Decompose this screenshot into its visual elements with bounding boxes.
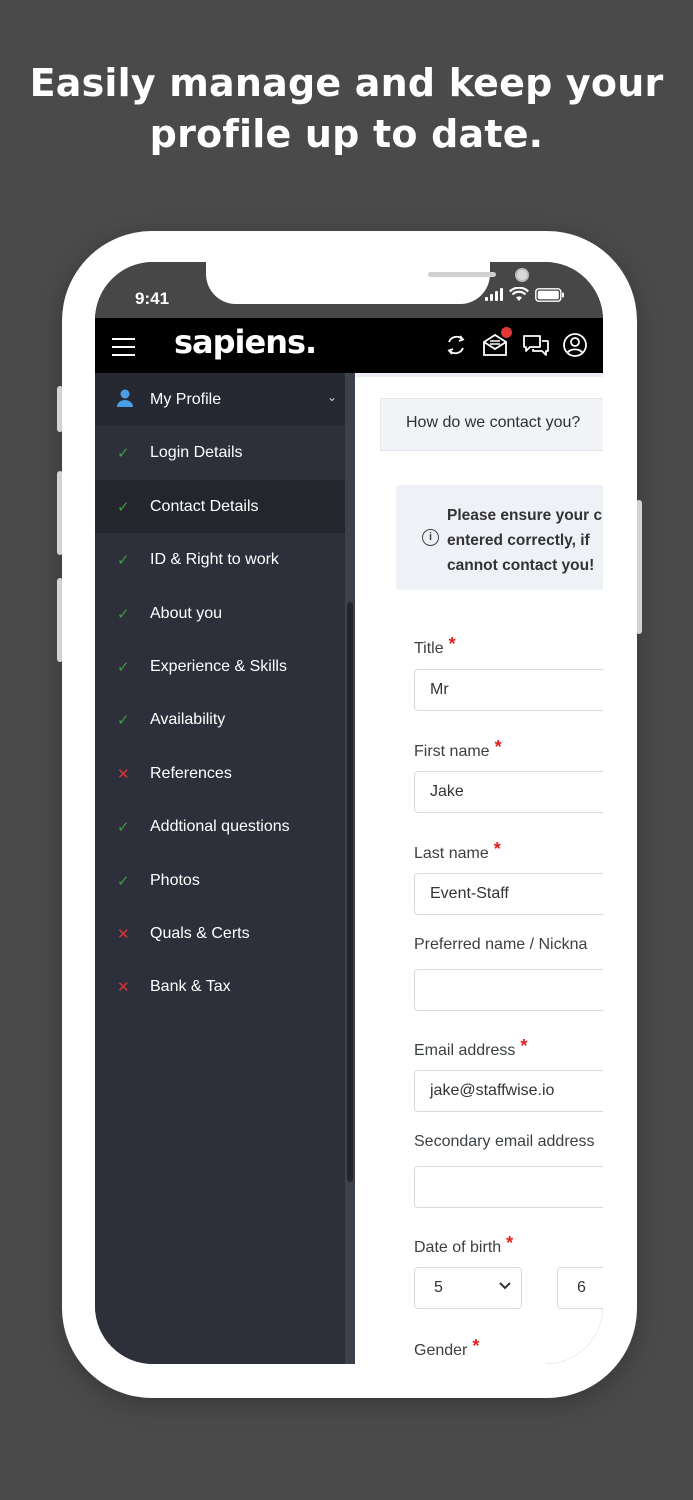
alert-line-1: Please ensure your c	[447, 507, 603, 524]
title-input[interactable]: Mr	[414, 669, 603, 711]
speaker-grille	[428, 272, 496, 277]
check-icon: ✓	[117, 711, 130, 729]
sync-icon[interactable]	[443, 332, 469, 358]
last-name-label-text: Last name	[414, 845, 489, 862]
hamburger-menu-icon[interactable]	[112, 338, 135, 356]
check-icon: ✓	[117, 551, 130, 569]
check-icon: ✓	[117, 658, 130, 676]
info-icon: i	[422, 529, 439, 546]
title-label: Title *	[414, 634, 456, 658]
sidebar-header-label: My Profile	[150, 390, 222, 408]
dob-day-select[interactable]: 5	[414, 1267, 522, 1309]
app-logo: sapiens.	[174, 323, 317, 361]
first-name-label: First name *	[414, 737, 502, 761]
last-name-label: Last name *	[414, 839, 501, 863]
contact-details-panel: How do we contact you? i Please ensure y…	[355, 373, 603, 1364]
required-marker: *	[506, 1233, 514, 1253]
sidebar-item-label: Photos	[150, 871, 200, 889]
preferred-name-label: Preferred name / Nickna	[414, 936, 588, 953]
status-icons	[485, 287, 565, 302]
required-marker: *	[494, 737, 502, 757]
status-bar: 9:41	[95, 262, 603, 318]
last-name-input[interactable]: Event-Staff	[414, 873, 603, 915]
gender-label: Gender *	[414, 1336, 479, 1360]
sidebar-item-availability[interactable]: ✓ Availability	[95, 693, 345, 746]
sidebar-item-label: Bank & Tax	[150, 977, 231, 995]
chevron-down-icon[interactable]: ⌄	[327, 390, 337, 404]
email-label: Email address *	[414, 1036, 527, 1060]
headline-line-1: Easily manage and keep your	[29, 61, 664, 105]
secondary-email-input[interactable]	[414, 1166, 603, 1208]
preferred-name-input[interactable]	[414, 969, 603, 1011]
check-icon: ✓	[117, 818, 130, 836]
sidebar-item-bank-tax[interactable]: ✕ Bank & Tax	[95, 960, 345, 1013]
notch	[206, 262, 529, 304]
sidebar-item-contact-details[interactable]: ✓ Contact Details	[95, 480, 345, 533]
email-input[interactable]: jake@staffwise.io	[414, 1070, 603, 1112]
check-icon: ✓	[117, 605, 130, 623]
sidebar-item-references[interactable]: ✕ References	[95, 747, 345, 800]
first-name-label-text: First name	[414, 743, 490, 760]
alert-line-3: cannot contact you!	[447, 557, 595, 574]
cross-icon: ✕	[117, 925, 130, 943]
app-bar: sapiens.	[95, 318, 603, 373]
sidebar-item-label: References	[150, 764, 232, 782]
required-marker: *	[448, 634, 456, 654]
battery-icon	[535, 287, 564, 302]
sidebar-item-label: Login Details	[150, 443, 243, 461]
dob-label: Date of birth *	[414, 1233, 513, 1257]
profile-sidebar: My Profile ⌄ ✓ Login Details ✓ Contact D…	[95, 373, 345, 1364]
required-marker: *	[472, 1336, 480, 1356]
headline: Easily manage and keep your profile up t…	[0, 58, 693, 160]
cross-icon: ✕	[117, 978, 130, 996]
sidebar-item-quals-certs[interactable]: ✕ Quals & Certs	[95, 907, 345, 960]
status-time: 9:41	[135, 289, 170, 308]
user-icon	[95, 389, 150, 411]
alert-message: Please ensure your c entered correctly, …	[447, 503, 603, 578]
cross-icon: ✕	[117, 765, 130, 783]
check-icon: ✓	[117, 444, 130, 462]
sidebar-item-label: Addtional questions	[150, 817, 290, 835]
chat-icon[interactable]	[521, 332, 551, 358]
sidebar-scroll-thumb[interactable]	[347, 602, 353, 1182]
required-marker: *	[493, 839, 501, 859]
sidebar-item-label: ID & Right to work	[150, 550, 279, 568]
sidebar-item-login-details[interactable]: ✓ Login Details	[95, 426, 345, 479]
sidebar-item-photos[interactable]: ✓ Photos	[95, 854, 345, 907]
sidebar-item-label: Experience & Skills	[150, 657, 287, 675]
divider	[355, 373, 603, 377]
alert-line-2: entered correctly, if	[447, 532, 590, 549]
front-camera	[515, 268, 529, 282]
sidebar-item-label: Availability	[150, 710, 226, 728]
dob-label-text: Date of birth	[414, 1239, 502, 1256]
title-label-text: Title	[414, 640, 444, 657]
sidebar-item-about-you[interactable]: ✓ About you	[95, 587, 345, 640]
sidebar-item-label: About you	[150, 604, 223, 622]
required-marker: *	[520, 1036, 528, 1056]
secondary-email-label: Secondary email address	[414, 1133, 595, 1150]
first-name-input[interactable]: Jake	[414, 771, 603, 813]
sidebar-item-additional-questions[interactable]: ✓ Addtional questions	[95, 800, 345, 853]
dob-day-value: 5	[434, 1279, 443, 1296]
sidebar-item-label: Contact Details	[150, 497, 259, 515]
sidebar-item-id-right-to-work[interactable]: ✓ ID & Right to work	[95, 533, 345, 586]
sidebar-header-my-profile[interactable]: My Profile ⌄	[95, 373, 345, 426]
check-icon: ✓	[117, 872, 130, 890]
section-title: How do we contact you?	[380, 398, 603, 451]
sidebar-item-experience-skills[interactable]: ✓ Experience & Skills	[95, 640, 345, 693]
account-icon[interactable]	[562, 332, 588, 358]
wifi-icon	[509, 287, 529, 301]
signal-icon	[485, 288, 503, 301]
gender-label-text: Gender	[414, 1342, 468, 1359]
dob-month-select[interactable]: 6	[557, 1267, 603, 1309]
phone-screen: 9:41 sapiens. My Profile ⌄ ✓ Login Detai…	[95, 262, 603, 1364]
check-icon: ✓	[117, 498, 130, 516]
info-alert: i Please ensure your c entered correctly…	[396, 485, 603, 590]
chevron-down-icon	[499, 1279, 511, 1293]
email-label-text: Email address	[414, 1042, 516, 1059]
sidebar-item-label: Quals & Certs	[150, 924, 250, 942]
headline-line-2: profile up to date.	[149, 112, 544, 156]
notification-badge	[501, 327, 512, 338]
